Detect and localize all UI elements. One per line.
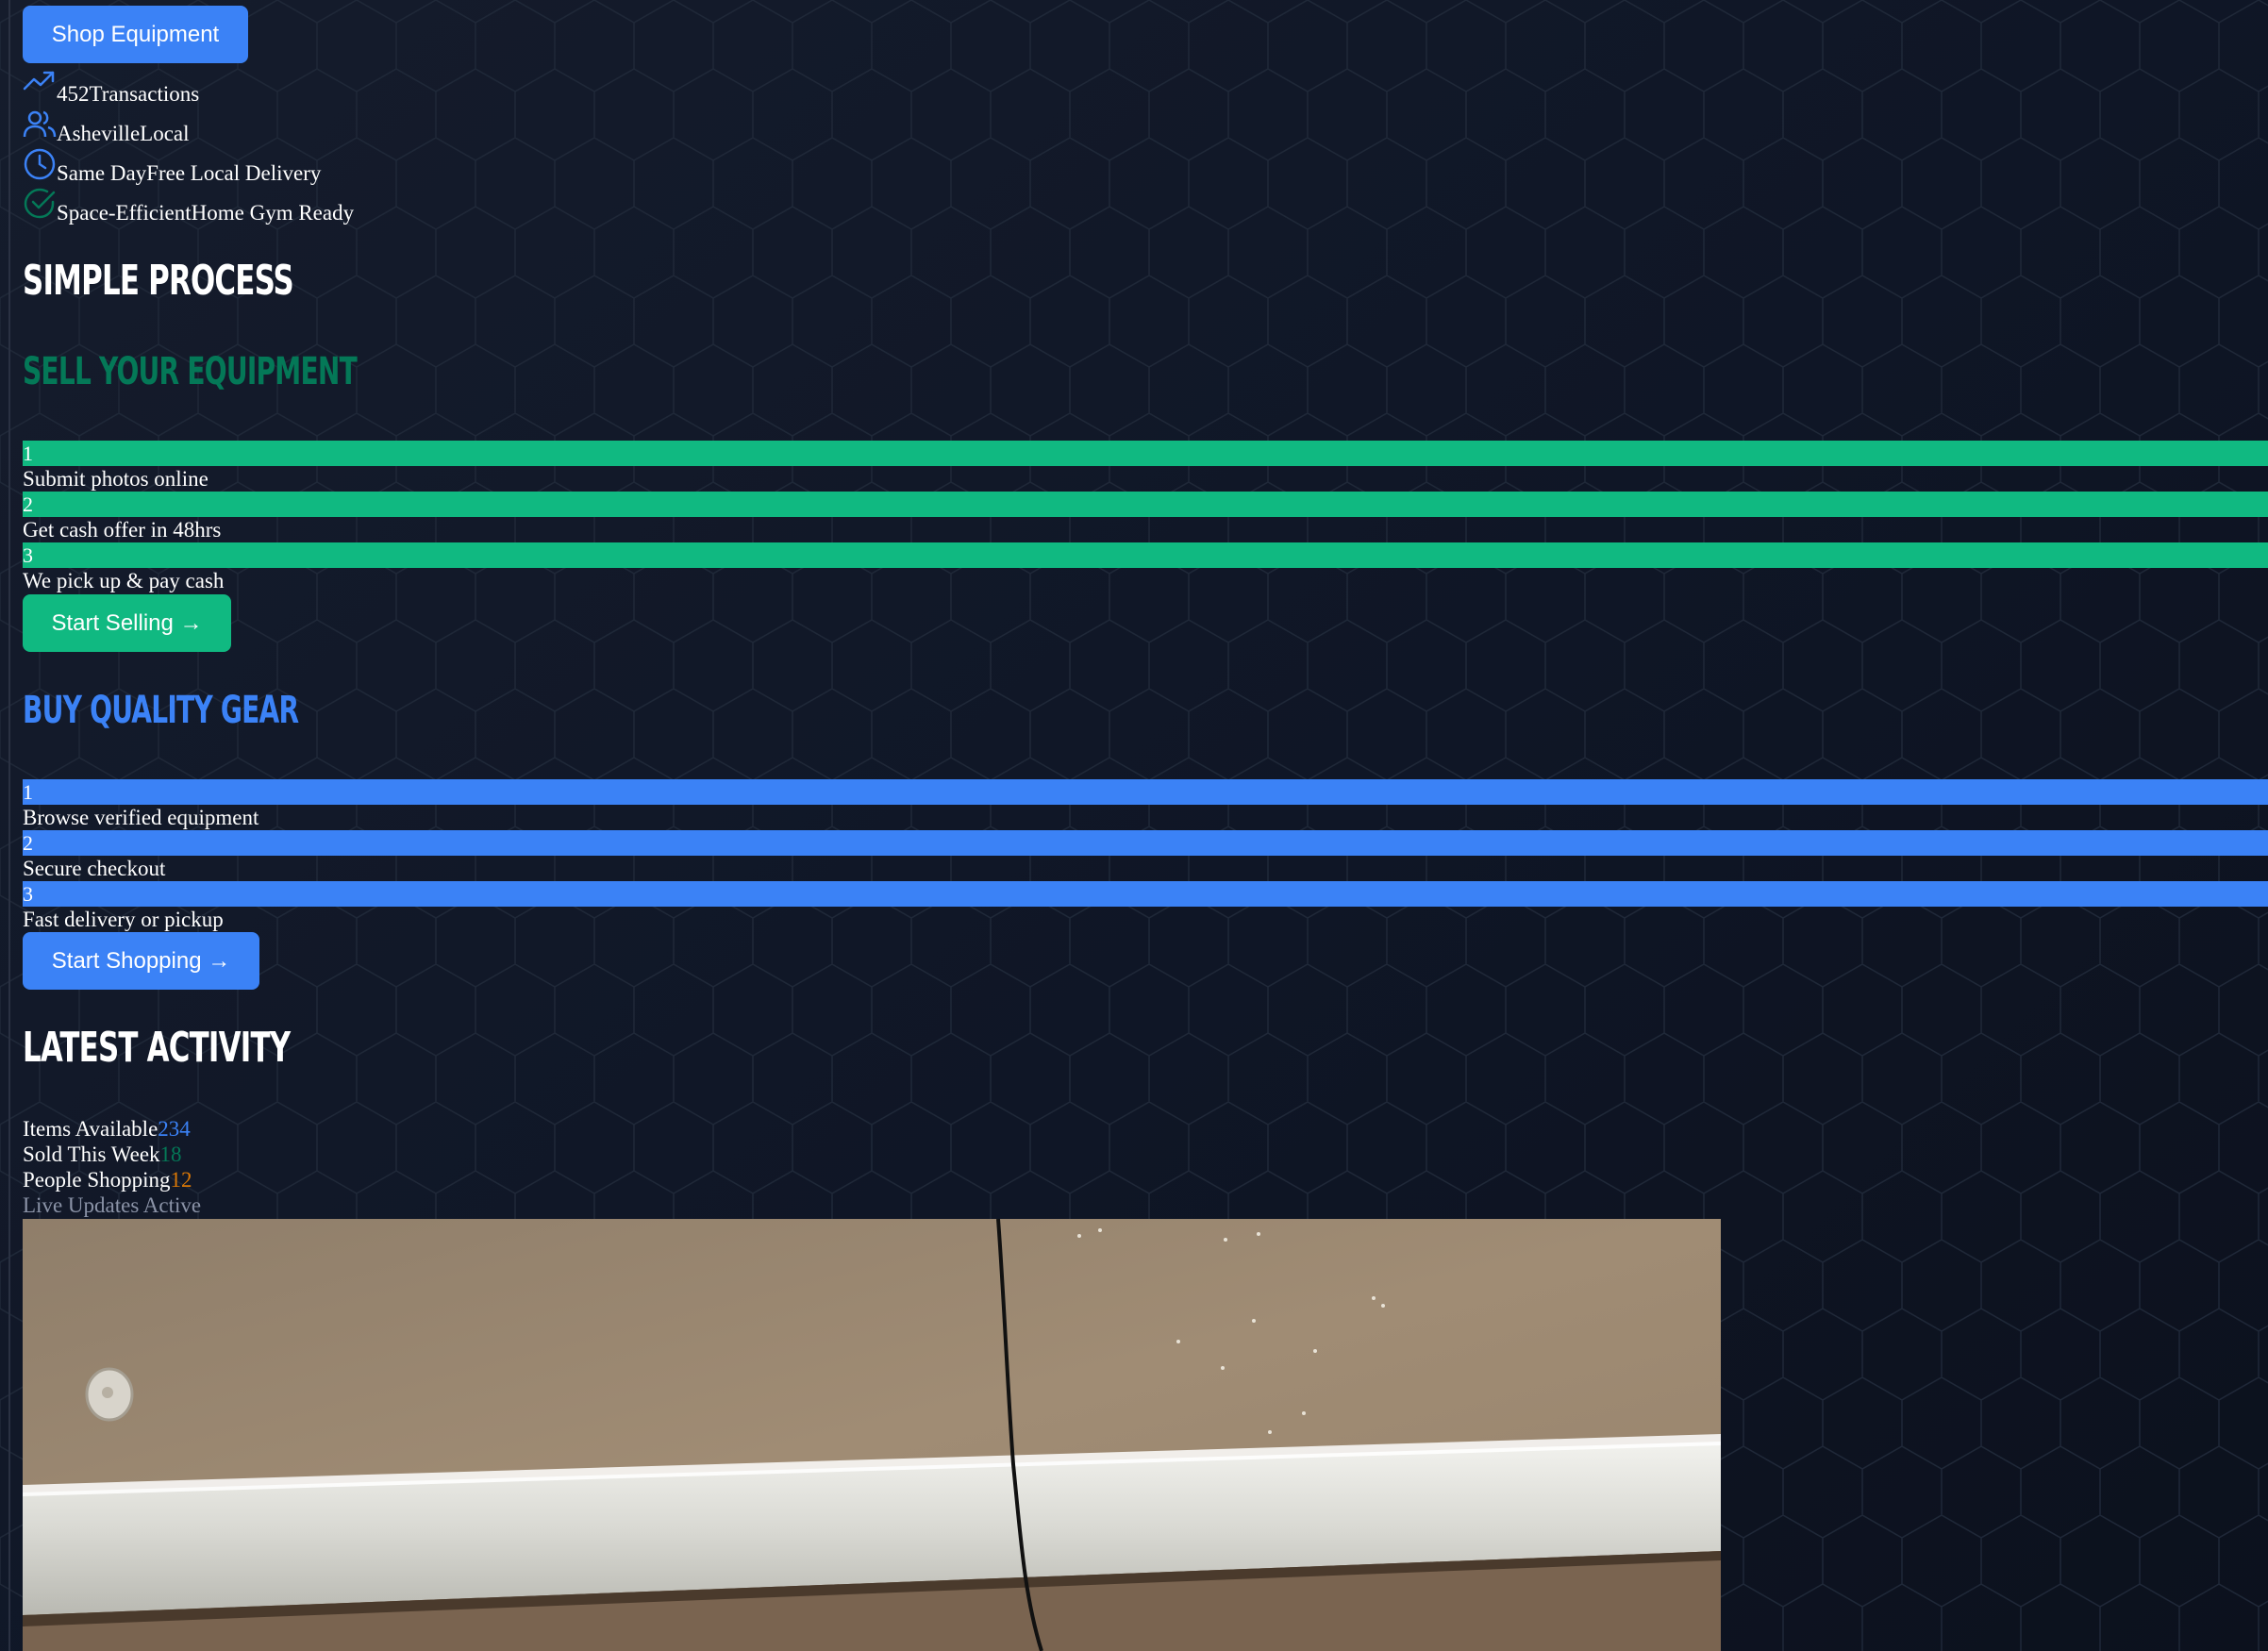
stat-label: Free Local Delivery: [146, 161, 322, 185]
step-number: 2: [23, 830, 2268, 856]
activity-people-shopping: People Shopping12: [23, 1167, 201, 1192]
stats-list: 452 Transactions Asheville Local Same Day F…: [23, 68, 354, 226]
activity-value: 234: [158, 1117, 191, 1141]
latest-activity-heading: Latest Activity: [23, 1024, 291, 1072]
left-edge-divider: [8, 0, 10, 1651]
stat-transactions: 452 Transactions: [23, 68, 354, 108]
clock-icon: [24, 148, 56, 180]
simple-process-heading: Simple Process: [23, 257, 294, 305]
step-text: Get cash offer in 48hrs: [23, 518, 222, 542]
wall-photo-image: [23, 1219, 1721, 1651]
trending-up-icon: [23, 71, 55, 91]
stat-value: Asheville: [57, 122, 141, 145]
step-number: 3: [23, 542, 2268, 568]
buy-section-heading: Buy Quality Gear: [23, 689, 299, 732]
start-shopping-button[interactable]: Start Shopping →: [23, 932, 259, 990]
sell-section-heading: Sell Your Equipment: [23, 350, 358, 393]
stat-location: Asheville Local: [23, 108, 354, 147]
activity-items-available: Items Available234: [23, 1116, 201, 1142]
stat-value: 452: [57, 82, 90, 106]
step-number: 1: [23, 441, 2268, 466]
activity-label: Items Available: [23, 1117, 158, 1141]
start-selling-button[interactable]: Start Selling →: [23, 594, 231, 652]
shop-equipment-button[interactable]: Shop Equipment: [23, 6, 248, 63]
stat-space: Space-Efficient Home Gym Ready: [23, 187, 354, 226]
activity-stats: Items Available234 Sold This Week18 Peop…: [23, 1116, 201, 1218]
activity-value: 18: [159, 1142, 182, 1166]
users-icon: [23, 110, 57, 138]
stat-delivery: Same Day Free Local Delivery: [23, 147, 354, 187]
step-text: Browse verified equipment: [23, 806, 259, 829]
sell-steps-list: 1 Submit photos online 2 Get cash offer …: [23, 441, 2268, 593]
equipment-photo[interactable]: [23, 1219, 1721, 1651]
stat-value: Space-Efficient: [57, 201, 192, 225]
buy-steps-list: 1 Browse verified equipment 2 Secure che…: [23, 779, 2268, 932]
stat-label: Transactions: [89, 82, 200, 106]
step-text: Secure checkout: [23, 857, 166, 880]
activity-label: People Shopping: [23, 1168, 171, 1192]
stat-value: Same Day: [57, 161, 147, 185]
step-text: We pick up & pay cash: [23, 569, 225, 592]
activity-label: Sold This Week: [23, 1142, 160, 1166]
step-number: 1: [23, 779, 2268, 805]
activity-sold-this-week: Sold This Week18: [23, 1142, 201, 1167]
activity-value: 12: [170, 1168, 192, 1192]
step-number: 3: [23, 881, 2268, 907]
check-circle-icon: [24, 188, 56, 219]
live-updates-status: Live Updates Active: [23, 1193, 202, 1217]
step-number: 2: [23, 492, 2268, 517]
step-text: Fast delivery or pickup: [23, 908, 224, 931]
stat-label: Local: [140, 122, 190, 145]
step-text: Submit photos online: [23, 467, 208, 491]
stat-label: Home Gym Ready: [191, 201, 355, 225]
